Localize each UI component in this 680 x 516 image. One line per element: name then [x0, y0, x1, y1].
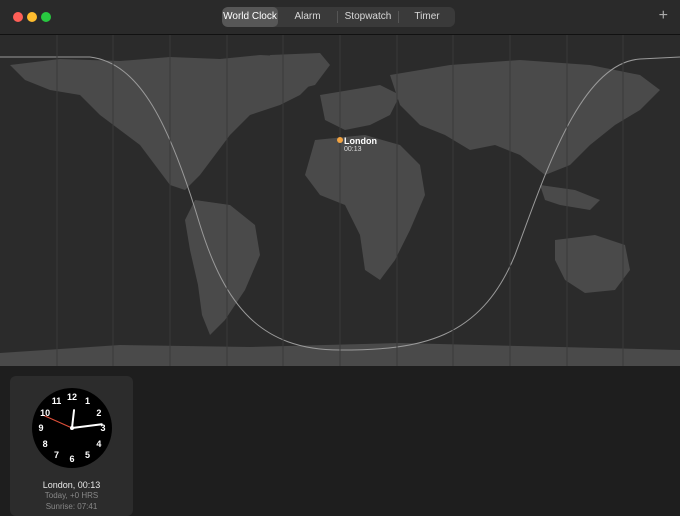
clock-number-4: 4	[96, 438, 102, 449]
clock-number-12: 12	[66, 392, 78, 402]
clock-number-1: 1	[84, 396, 91, 407]
tab-world-clock[interactable]: World Clock	[222, 7, 278, 27]
clock-cards-panel: 12 1 2 3 4 5 6 7 8 9 10 11 London, 00:13 Today, +0 …	[0, 366, 680, 516]
world-map[interactable]: London 00:13	[0, 35, 680, 366]
clock-number-2: 2	[96, 407, 102, 418]
clock-number-5: 5	[84, 449, 91, 460]
london-pin[interactable]	[337, 137, 343, 143]
tab-alarm[interactable]: Alarm	[278, 7, 337, 27]
tab-bar: World Clock Alarm Stopwatch Timer	[222, 7, 455, 27]
card-offset: Today, +0 HRS	[44, 491, 99, 500]
analog-clock-face: 12 1 2 3 4 5 6 7 8 9 10 11	[32, 388, 112, 468]
close-window-button[interactable]	[13, 12, 23, 22]
hour-hand	[71, 409, 76, 429]
tab-timer[interactable]: Timer	[399, 7, 455, 27]
tab-stopwatch[interactable]: Stopwatch	[338, 7, 398, 27]
clock-number-7: 7	[53, 449, 60, 460]
pin-time-label: 00:13	[344, 146, 362, 153]
clock-number-8: 8	[42, 438, 48, 449]
clock-center	[70, 426, 74, 430]
card-city-time: London, 00:13	[42, 480, 101, 490]
pin-city-label: London	[344, 136, 377, 146]
add-city-button[interactable]: +	[659, 6, 668, 26]
world-map-graphic	[0, 35, 680, 366]
minimize-window-button[interactable]	[27, 12, 37, 22]
clock-card-london[interactable]: 12 1 2 3 4 5 6 7 8 9 10 11 London, 00:13 Today, +0 …	[10, 376, 133, 516]
clock-number-10: 10	[40, 407, 51, 418]
minute-hand	[71, 423, 103, 429]
title-bar: World Clock Alarm Stopwatch Timer +	[0, 0, 680, 35]
clock-number-6: 6	[69, 454, 75, 464]
plus-icon: +	[658, 7, 668, 24]
clock-number-9: 9	[38, 423, 44, 433]
card-sunrise: Sunrise: 07:41	[45, 502, 98, 511]
zoom-window-button[interactable]	[41, 12, 51, 22]
clock-number-11: 11	[51, 396, 62, 407]
clock-number-3: 3	[100, 423, 106, 433]
